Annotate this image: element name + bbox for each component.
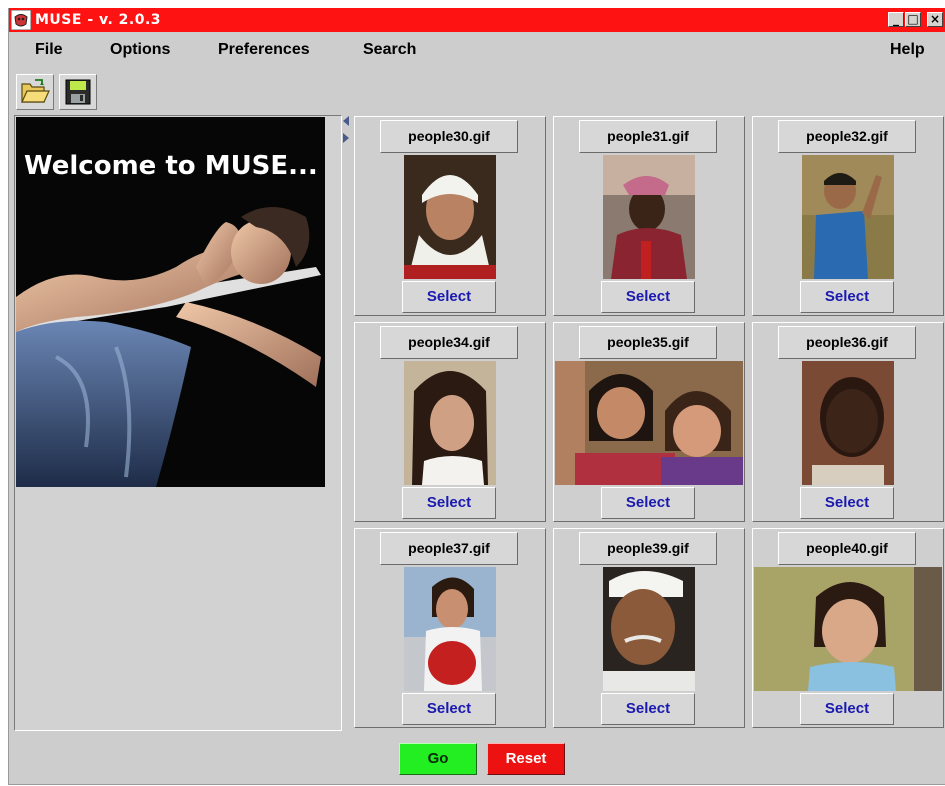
menu-file[interactable]: File [35, 41, 63, 59]
image-filename: people31.gif [579, 120, 717, 153]
image-filename: people39.gif [579, 532, 717, 565]
image-card: people36.gif Select [752, 322, 944, 522]
thumbnail-image [802, 361, 894, 485]
welcome-text: Welcome to MUSE... [24, 151, 318, 181]
split-pane-divider[interactable] [342, 115, 352, 735]
toolbar [9, 64, 945, 114]
welcome-splash-image: Welcome to MUSE... [16, 117, 325, 487]
collapse-arrows-icon[interactable] [342, 115, 352, 145]
thumbnail-image [404, 361, 496, 485]
title-bar[interactable]: MUSE - v. 2.0.3 _ □ × [9, 8, 945, 32]
save-button[interactable] [59, 74, 97, 110]
maximize-button[interactable]: □ [905, 12, 921, 27]
image-filename: people34.gif [380, 326, 518, 359]
action-bar: Go Reset [9, 735, 945, 783]
thumbnail-image [404, 155, 496, 279]
preview-panel: Welcome to MUSE... [14, 115, 342, 731]
select-button[interactable]: Select [402, 693, 496, 725]
select-button[interactable]: Select [800, 281, 894, 313]
open-button[interactable] [16, 74, 54, 110]
image-card: people35.gif Select [553, 322, 745, 522]
open-folder-icon [21, 79, 50, 103]
save-disk-icon [65, 79, 91, 105]
image-filename: people32.gif [778, 120, 916, 153]
menu-help[interactable]: Help [890, 41, 925, 59]
go-button[interactable]: Go [399, 743, 477, 775]
image-results-grid: people30.gif Select people31.gif Select … [354, 116, 945, 732]
image-filename: people36.gif [778, 326, 916, 359]
thumbnail-image [555, 361, 743, 485]
select-button[interactable]: Select [601, 693, 695, 725]
image-filename: people30.gif [380, 120, 518, 153]
maximize-icon: □ [907, 12, 919, 26]
image-card: people32.gif Select [752, 116, 944, 316]
select-button[interactable]: Select [800, 487, 894, 519]
image-card: people37.gif Select [354, 528, 546, 728]
menu-preferences[interactable]: Preferences [218, 41, 310, 59]
select-button[interactable]: Select [402, 281, 496, 313]
reset-button[interactable]: Reset [487, 743, 565, 775]
minimize-icon: _ [893, 12, 899, 26]
image-card: people40.gif Select [752, 528, 944, 728]
select-button[interactable]: Select [800, 693, 894, 725]
image-filename: people35.gif [579, 326, 717, 359]
thumbnail-image [603, 155, 695, 279]
window-title: MUSE - v. 2.0.3 [35, 12, 162, 28]
image-filename: people37.gif [380, 532, 518, 565]
close-button[interactable]: × [927, 12, 943, 27]
menu-search[interactable]: Search [363, 41, 416, 59]
image-card: people31.gif Select [553, 116, 745, 316]
thumbnail-image [754, 567, 942, 691]
select-button[interactable]: Select [601, 281, 695, 313]
menu-options[interactable]: Options [110, 41, 170, 59]
thumbnail-image [404, 567, 496, 691]
image-card: people39.gif Select [553, 528, 745, 728]
minimize-button[interactable]: _ [888, 12, 904, 27]
image-card: people30.gif Select [354, 116, 546, 316]
app-icon [11, 10, 31, 30]
image-filename: people40.gif [778, 532, 916, 565]
close-icon: × [929, 12, 941, 26]
select-button[interactable]: Select [601, 487, 695, 519]
menu-bar: File Options Preferences Search Help [9, 32, 945, 62]
thumbnail-image [802, 155, 894, 279]
thumbnail-image [603, 567, 695, 691]
muse-window: MUSE - v. 2.0.3 _ □ × File Options Prefe… [8, 8, 945, 785]
select-button[interactable]: Select [402, 487, 496, 519]
image-card: people34.gif Select [354, 322, 546, 522]
